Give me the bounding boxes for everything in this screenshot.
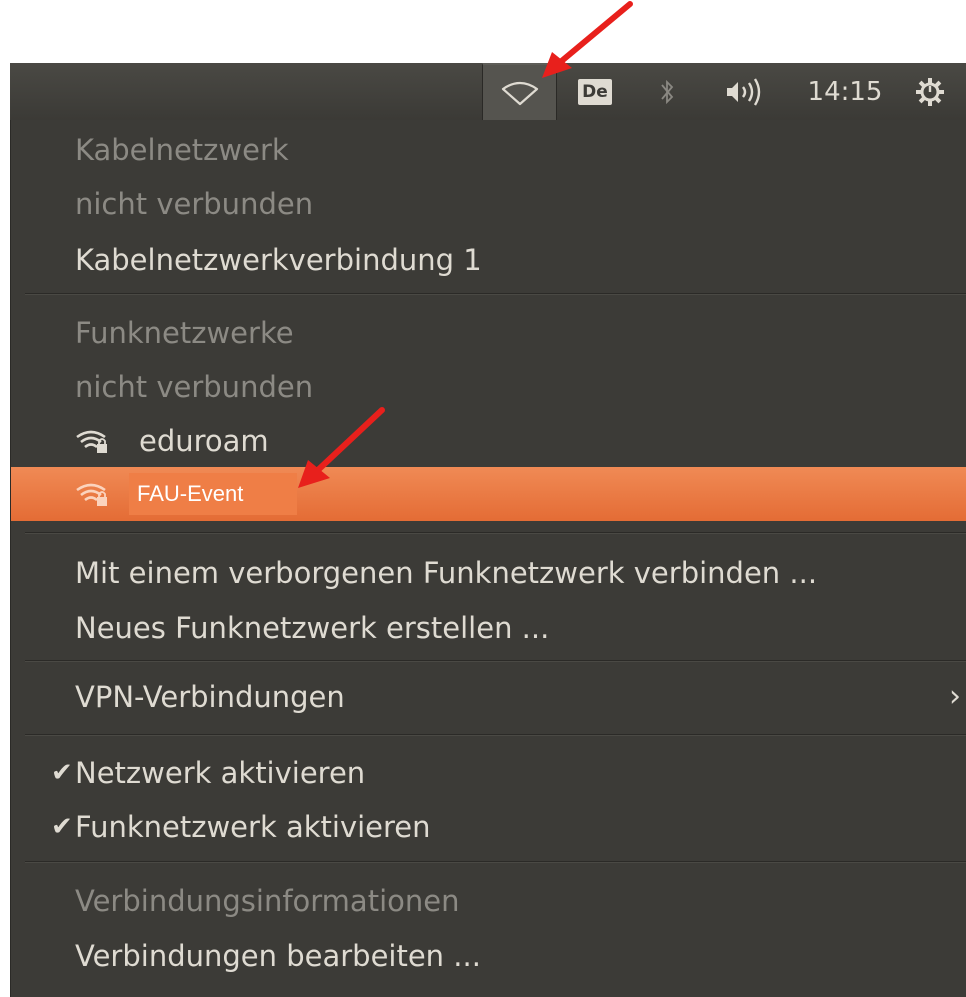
volume-indicator[interactable] [718, 63, 776, 120]
menu-separator [25, 734, 966, 736]
network-indicator[interactable] [482, 63, 557, 120]
wired-network-header: Kabelnetzwerk [75, 133, 289, 167]
create-new-network-item[interactable]: Neues Funknetzwerk erstellen ... [11, 601, 966, 655]
wifi-network-fau-event[interactable]: FAU-Event [11, 467, 966, 521]
bluetooth-icon [661, 79, 674, 104]
wireless-networks-status: nicht verbunden [75, 370, 314, 404]
network-name-label: FAU-Event [129, 473, 297, 515]
connect-hidden-network-item[interactable]: Mit einem verborgenen Funknetzwerk verbi… [11, 546, 966, 600]
edit-connections-item[interactable]: Verbindungen bearbeiten ... [11, 929, 966, 983]
bluetooth-indicator[interactable] [652, 63, 682, 120]
wired-connection-item[interactable]: Kabelnetzwerkverbindung 1 [11, 233, 966, 287]
chevron-right-icon: › [949, 679, 961, 714]
power-gear-icon [916, 77, 944, 106]
enable-networking-item[interactable]: ✔ Netzwerk aktivieren [11, 746, 966, 800]
keyboard-layout-icon: De [578, 78, 612, 105]
network-menu: Kabelnetzwerk nicht verbunden Kabelnetzw… [10, 120, 966, 997]
menu-separator [25, 861, 966, 863]
menu-separator [25, 532, 966, 534]
top-panel: De 14:15 [10, 63, 966, 120]
session-menu-indicator[interactable] [910, 63, 950, 120]
checkmark-icon: ✔ [51, 758, 73, 788]
wireless-networks-header: Funknetzwerke [75, 316, 294, 350]
wifi-network-eduroam[interactable]: eduroam [11, 414, 966, 468]
menu-separator [25, 660, 966, 662]
enable-wifi-item[interactable]: ✔ Funknetzwerk aktivieren [11, 800, 966, 854]
checkmark-icon: ✔ [51, 812, 73, 842]
wired-network-status: nicht verbunden [75, 187, 314, 221]
menu-separator [25, 293, 966, 295]
wifi-secure-icon [76, 483, 107, 506]
vpn-connections-item[interactable]: VPN-Verbindungen › [11, 670, 966, 724]
clock[interactable]: 14:15 [795, 63, 895, 120]
connection-information-item: Verbindungsinformationen [75, 884, 460, 918]
keyboard-layout-indicator[interactable]: De [572, 63, 618, 120]
wifi-secure-icon [76, 430, 107, 453]
network-icon [501, 81, 538, 105]
volume-icon [727, 77, 761, 106]
